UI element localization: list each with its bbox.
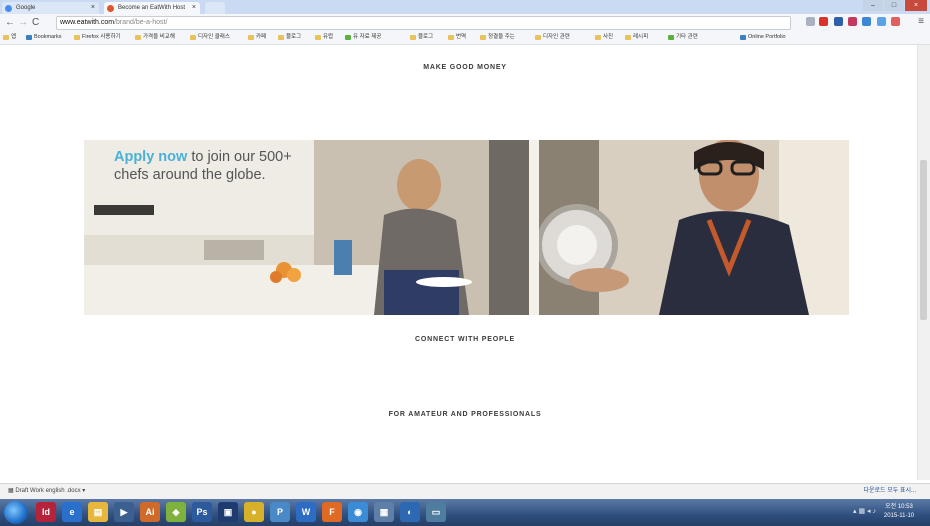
google-favicon-icon: [5, 5, 12, 12]
tab-google[interactable]: Google ×: [2, 2, 99, 14]
media-icon[interactable]: ▶: [114, 502, 134, 522]
bookmark-item[interactable]: 번역: [448, 31, 466, 44]
scrollbar-thumb[interactable]: [920, 160, 927, 320]
photo-divider: [529, 140, 539, 315]
window-controls: – □ ×: [863, 0, 927, 11]
bookmark-item[interactable]: 레시피: [625, 31, 648, 44]
bookmark-item[interactable]: Online Portfolio: [740, 31, 786, 44]
tab-label: Become an EatWith Host: [118, 5, 186, 11]
bookmark-item[interactable]: 블로그: [278, 31, 301, 44]
file-explorer-icon[interactable]: ▤: [88, 502, 108, 522]
close-window-icon[interactable]: ×: [905, 0, 927, 11]
page-content: MAKE GOOD MONEY Apply now to join our 50…: [0, 45, 930, 480]
bookmark-item[interactable]: 디자인 클래스: [190, 31, 230, 44]
bookmark-item[interactable]: 가격을 비교해: [135, 31, 175, 44]
reload-icon[interactable]: C: [32, 16, 39, 29]
start-button[interactable]: [4, 501, 28, 524]
app-icon[interactable]: ▣: [218, 502, 238, 522]
bookmark-item[interactable]: 정결을 주는: [480, 31, 515, 44]
u-extension-icon[interactable]: [877, 17, 886, 26]
app-icon[interactable]: ◆: [166, 502, 186, 522]
tab-label: Google: [16, 5, 36, 11]
internet-explorer-icon[interactable]: e: [62, 502, 82, 522]
app-icon[interactable]: ▦: [374, 502, 394, 522]
section-title-connect: CONNECT WITH PEOPLE: [415, 336, 515, 343]
download-filename: Draft Work english .docx: [15, 488, 81, 494]
forward-arrow-icon[interactable]: →: [18, 16, 28, 29]
url-path: /brand/be-a-host/: [114, 19, 168, 26]
url-host: www.eatwith.com: [60, 19, 115, 26]
clock-date: 2015-11-10: [883, 513, 915, 519]
apps-shortcut[interactable]: 앱: [3, 31, 16, 44]
close-tab-icon[interactable]: ×: [91, 2, 95, 14]
windows-taskbar: Id e ▤ ▶ Ai ◆ Ps ▣ ● P W F ◉ ▦ ◐ ▭ ▴ ▦ ◂…: [0, 499, 930, 526]
indesign-icon[interactable]: Id: [36, 502, 56, 522]
show-all-downloads-link[interactable]: 다운로드 모두 표시...: [864, 484, 917, 499]
minimize-icon[interactable]: –: [863, 0, 883, 11]
section-title-make-money: MAKE GOOD MONEY: [423, 64, 507, 71]
system-tray[interactable]: ▴ ▦ ◂ ♪: [853, 507, 876, 515]
bookmark-item[interactable]: 디자인 관련: [535, 31, 570, 44]
app-icon[interactable]: ◐: [400, 502, 420, 522]
chrome-icon[interactable]: ◉: [348, 502, 368, 522]
bookmark-star-icon[interactable]: [891, 17, 900, 26]
bookmarks-bar: 앱 Bookmarks Firefox 사용하기 가격을 비교해 디자인 클래스…: [0, 31, 930, 45]
kakaotalk-icon[interactable]: ●: [244, 502, 264, 522]
close-tab-icon[interactable]: ×: [192, 2, 196, 14]
word-icon[interactable]: W: [296, 502, 316, 522]
apply-callout: Apply now to join our 500+ chefs around …: [114, 148, 304, 184]
system-clock[interactable]: 오전 10:53 2015-11-10: [880, 503, 918, 521]
bookmark-item[interactable]: 유 자료 제공: [345, 31, 381, 44]
photoshop-icon[interactable]: Ps: [192, 502, 212, 522]
download-item[interactable]: ▦ Draft Work english .docx ▾: [8, 484, 85, 499]
page-scrollbar[interactable]: [917, 45, 930, 480]
bookmark-item[interactable]: 블로그: [410, 31, 433, 44]
app-icon[interactable]: F: [322, 502, 342, 522]
download-bar: ▦ Draft Work english .docx ▾ 다운로드 모두 표시.…: [0, 483, 930, 499]
bookmark-item[interactable]: 유럽: [315, 31, 333, 44]
illustrator-icon[interactable]: Ai: [140, 502, 160, 522]
powerpoint-icon[interactable]: P: [270, 502, 290, 522]
hero-banner: Apply now to join our 500+ chefs around …: [84, 140, 849, 315]
eatwith-favicon-icon: [107, 5, 114, 12]
menu-icon[interactable]: ≡: [918, 16, 924, 27]
square-extension-icon[interactable]: [834, 17, 843, 26]
mail-extension-icon[interactable]: [848, 17, 857, 26]
browser-tab-strip: Google × Become an EatWith Host × – □ ×: [0, 0, 930, 14]
clock-time: 오전 10:53: [885, 504, 913, 510]
record-extension-icon[interactable]: [819, 17, 828, 26]
bookmark-item[interactable]: Firefox 사용하기: [74, 31, 121, 44]
maximize-icon[interactable]: □: [884, 0, 904, 11]
new-tab-button[interactable]: [205, 2, 225, 14]
bookmark-item[interactable]: 사진: [595, 31, 613, 44]
back-arrow-icon[interactable]: ←: [5, 16, 15, 29]
puzzle-extension-icon[interactable]: [862, 17, 871, 26]
app-icon[interactable]: ▭: [426, 502, 446, 522]
tab-eatwith[interactable]: Become an EatWith Host ×: [104, 2, 200, 14]
url-field[interactable]: www.eatwith.com/brand/be-a-host/: [56, 16, 791, 30]
bookmark-item[interactable]: Bookmarks: [26, 31, 62, 44]
bookmark-item[interactable]: 기타 관련: [668, 31, 698, 44]
pen-extension-icon[interactable]: [806, 17, 815, 26]
address-row: ← → C www.eatwith.com/brand/be-a-host/ ≡: [0, 14, 930, 31]
apply-now-link[interactable]: Apply now: [114, 149, 187, 165]
bookmark-item[interactable]: 카페: [248, 31, 266, 44]
smiling-chef-photo: [539, 140, 849, 315]
section-title-amateur: FOR AMATEUR AND PROFESSIONALS: [388, 411, 542, 418]
